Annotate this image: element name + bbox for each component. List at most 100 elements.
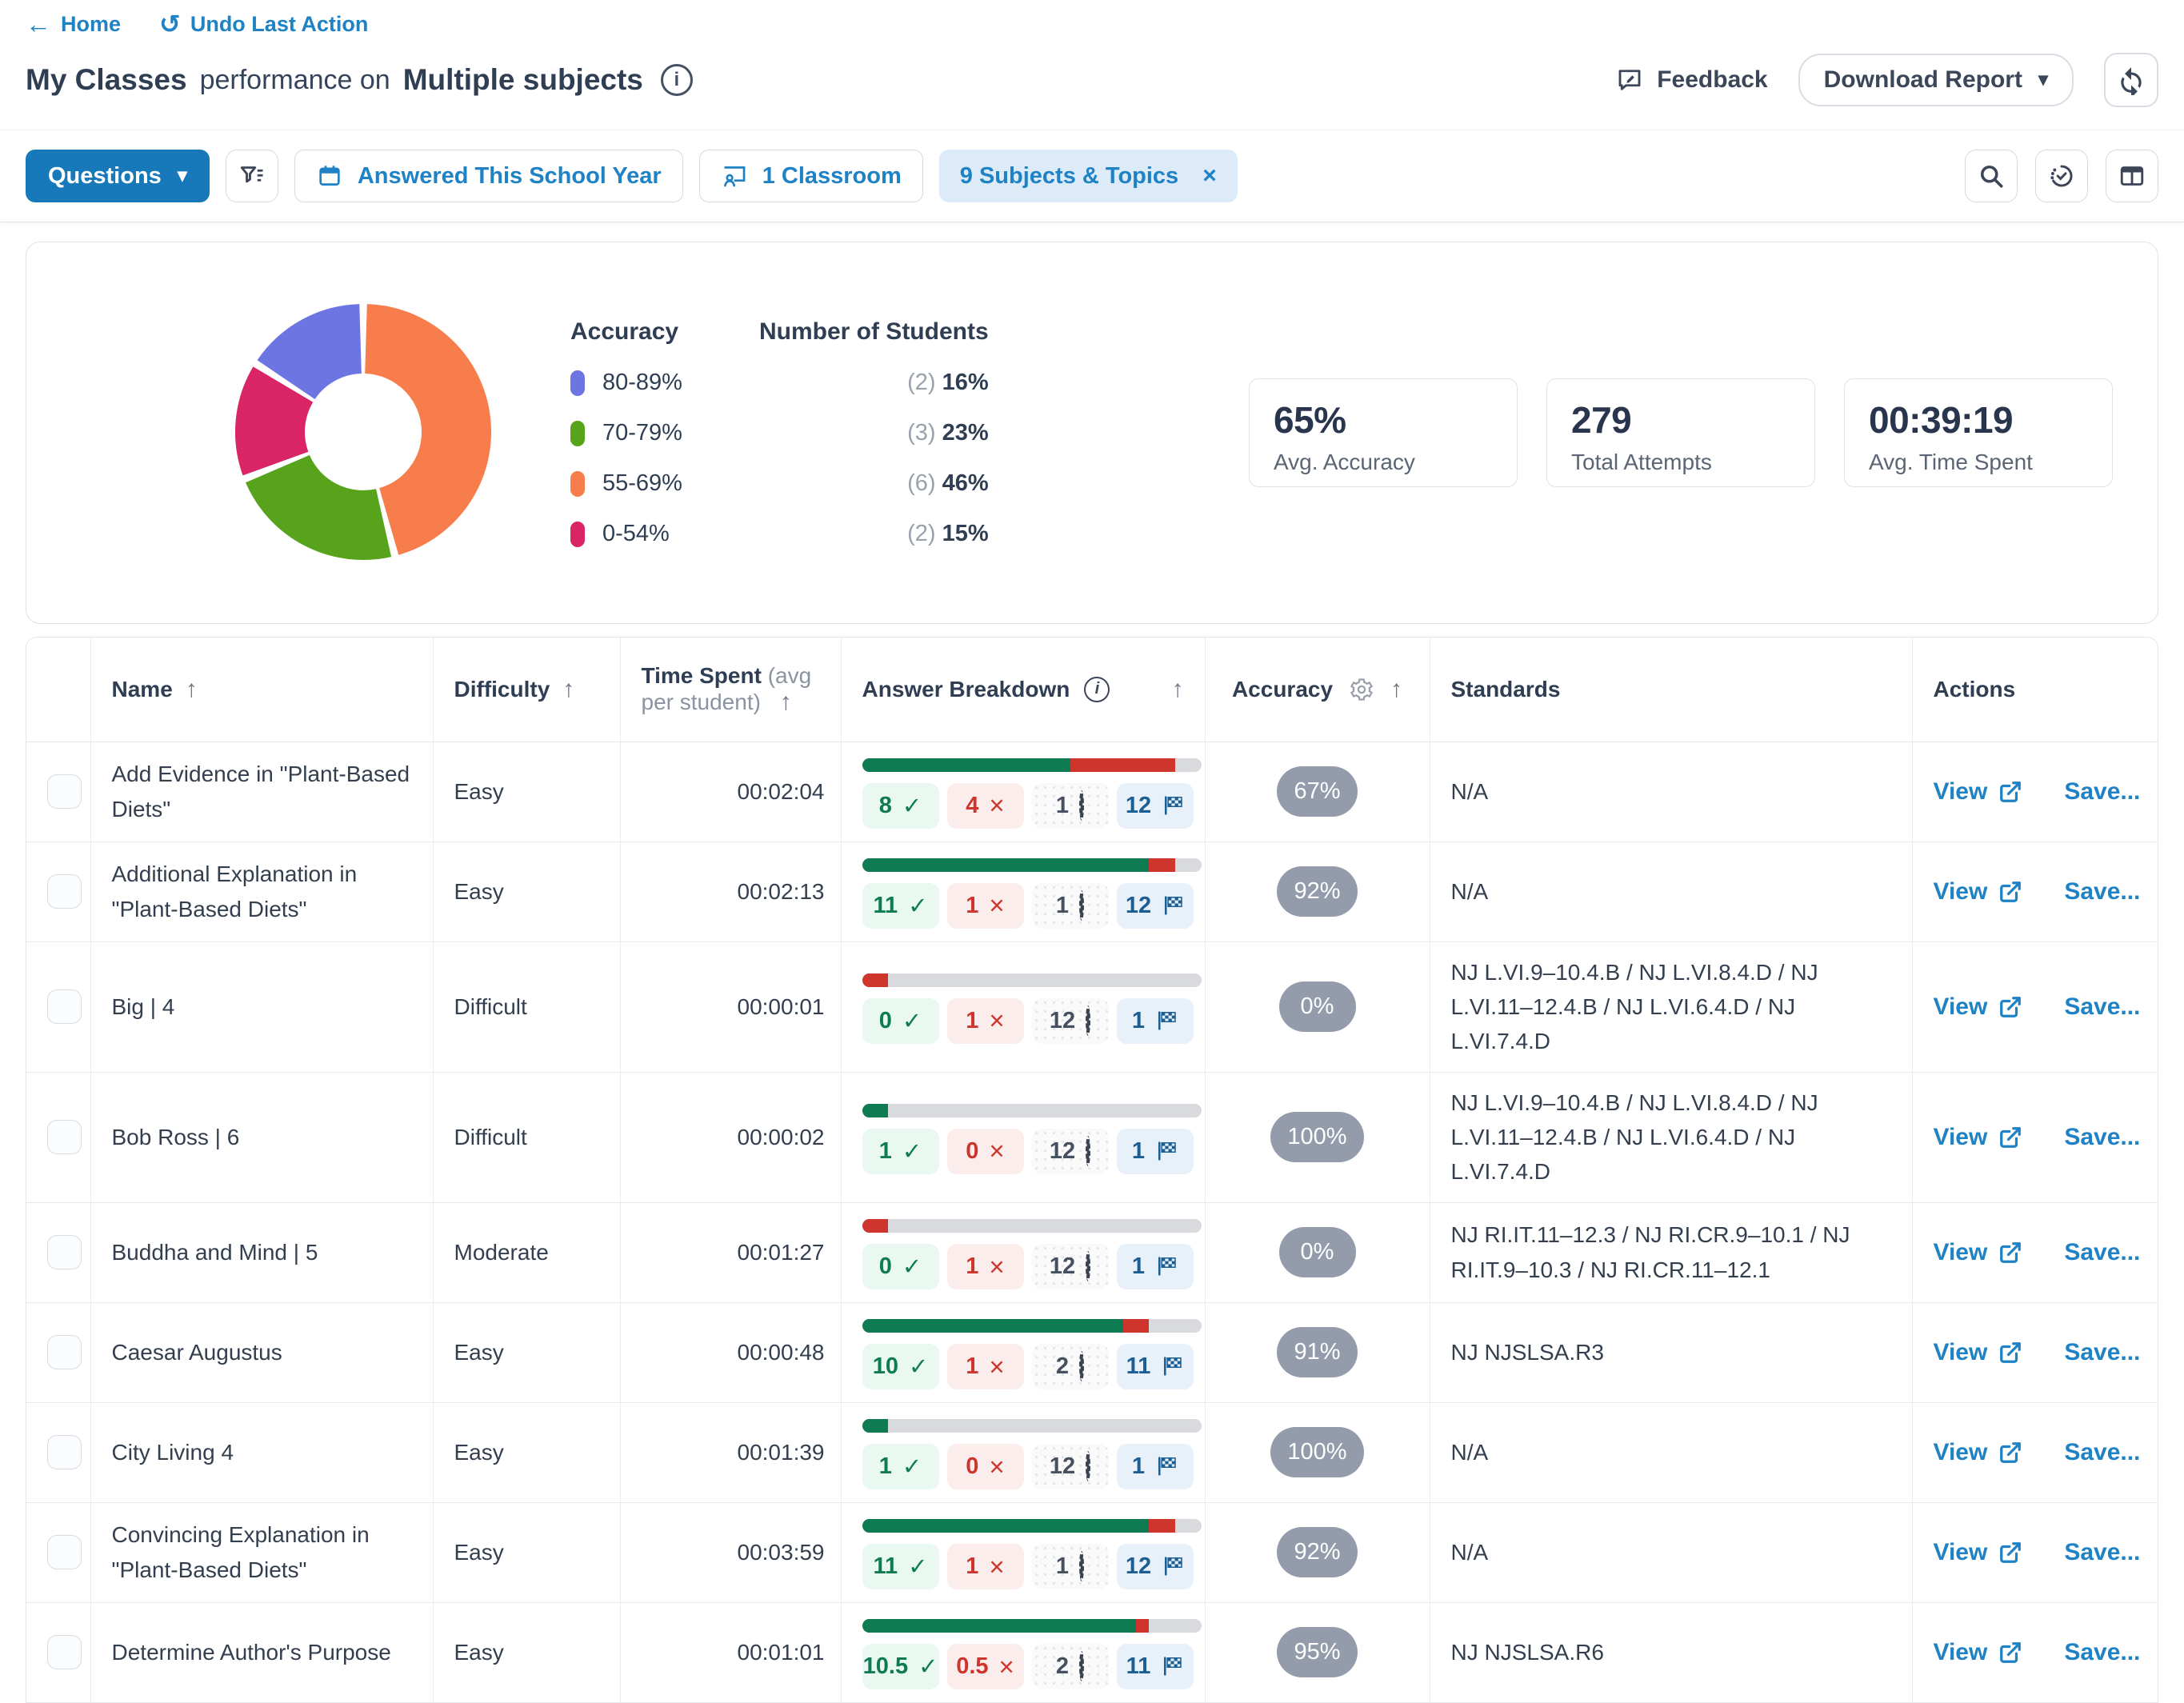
save-link[interactable]: Save... xyxy=(2064,1339,2140,1366)
accuracy-column-header[interactable]: Accuracy ↑ xyxy=(1205,638,1430,742)
legend-item: 0-54% xyxy=(570,521,682,547)
view-link[interactable]: View xyxy=(1934,1539,2023,1566)
incorrect-chip-icon: × xyxy=(989,1255,1004,1279)
row-checkbox[interactable] xyxy=(47,1120,82,1154)
accuracy-badge: 0% xyxy=(1279,981,1356,1032)
actions-cell: View Save... xyxy=(1912,1402,2158,1502)
view-link[interactable]: View xyxy=(1934,1439,2023,1466)
filter-bar-tools xyxy=(1965,150,2158,202)
legend-percent: 16% xyxy=(942,370,989,395)
incorrect-chip-count: 4 xyxy=(966,793,978,819)
undo-last-action-link[interactable]: ↺ Undo Last Action xyxy=(159,11,368,37)
legend-band-label: 55-69% xyxy=(602,470,682,497)
question-name: Additional Explanation in "Plant-Based D… xyxy=(112,857,412,926)
row-checkbox[interactable] xyxy=(47,1435,82,1469)
save-link[interactable]: Save... xyxy=(2064,1124,2140,1151)
select-cell xyxy=(26,1602,90,1702)
time-spent-cell: 00:01:01 xyxy=(620,1602,841,1702)
save-link[interactable]: Save... xyxy=(2064,778,2140,806)
classroom-filter[interactable]: 1 Classroom xyxy=(699,150,923,202)
accuracy-badge: 92% xyxy=(1277,866,1357,917)
sort-up-icon: ↑ xyxy=(780,689,792,715)
download-report-button[interactable]: Download Report ▾ xyxy=(1798,54,2074,106)
incorrect-chip-icon: × xyxy=(989,1139,1004,1163)
save-link[interactable]: Save... xyxy=(2064,1639,2140,1666)
actions-cell: View Save... xyxy=(1912,1202,2158,1302)
flagged-chip-icon xyxy=(1155,1140,1178,1162)
close-icon[interactable]: × xyxy=(1202,164,1217,188)
subjects-filter-chip[interactable]: 9 Subjects & Topics × xyxy=(939,150,1238,202)
refresh-button[interactable] xyxy=(2104,53,2158,107)
filter-settings-button[interactable] xyxy=(226,150,278,202)
gear-icon[interactable] xyxy=(1349,677,1374,702)
answer-chips: 1✓0×121 xyxy=(862,1444,1184,1489)
time-spent-column-header[interactable]: Time Spent (avg per student) ↑ xyxy=(620,638,841,742)
incorrect-chip-icon: × xyxy=(989,794,1004,818)
questions-table: Name ↑ Difficulty ↑ Time Spent (avg per … xyxy=(26,637,2158,1703)
save-link[interactable]: Save... xyxy=(2064,878,2140,905)
view-link[interactable]: View xyxy=(1934,778,2023,806)
unanswered-chip-icon xyxy=(1086,1253,1090,1280)
row-checkbox[interactable] xyxy=(47,774,82,809)
legend-item: 70-79% xyxy=(570,420,682,446)
unanswered-chip-count: 12 xyxy=(1050,1453,1075,1480)
difficulty-column-header[interactable]: Difficulty ↑ xyxy=(433,638,620,742)
difficulty-cell: Easy xyxy=(433,742,620,842)
time-spent-cell: 00:02:13 xyxy=(620,842,841,941)
search-button[interactable] xyxy=(1965,150,2018,202)
info-icon[interactable]: i xyxy=(1084,677,1110,702)
accuracy-badge: 100% xyxy=(1270,1427,1363,1477)
save-link[interactable]: Save... xyxy=(2064,1239,2140,1266)
answer-bar-incorrect xyxy=(862,973,889,987)
view-link[interactable]: View xyxy=(1934,1239,2023,1266)
row-checkbox[interactable] xyxy=(47,1235,82,1269)
answer-breakdown-column-header[interactable]: Answer Breakdown i ↑ xyxy=(841,638,1205,742)
row-checkbox[interactable] xyxy=(47,1535,82,1569)
columns-layout-button[interactable] xyxy=(2106,150,2158,202)
view-link[interactable]: View xyxy=(1934,878,2023,905)
answer-bar-correct xyxy=(862,858,1150,872)
view-link[interactable]: View xyxy=(1934,993,2023,1021)
accuracy-donut-chart xyxy=(231,300,497,566)
table-row: City Living 4Easy00:01:391✓0×121100%N/AV… xyxy=(26,1402,2158,1502)
row-actions: View Save... xyxy=(1934,1239,2138,1266)
unanswered-chip-icon xyxy=(1086,1138,1090,1165)
view-link[interactable]: View xyxy=(1934,1639,2023,1666)
correct-chip-icon: ✓ xyxy=(902,1007,922,1035)
home-link[interactable]: ← Home xyxy=(26,11,121,37)
save-link[interactable]: Save... xyxy=(2064,1439,2140,1466)
questions-dropdown[interactable]: Questions ▾ xyxy=(26,150,210,202)
legend-swatch xyxy=(570,471,585,497)
question-name-cell: Buddha and Mind | 5 xyxy=(90,1202,433,1302)
time-spent-cell: 00:02:04 xyxy=(620,742,841,842)
summary-card: Accuracy Number of Students 80-89%(2)16%… xyxy=(26,242,2158,624)
time-settings-button[interactable] xyxy=(2035,150,2088,202)
difficulty-cell: Difficult xyxy=(433,941,620,1072)
undo-label: Undo Last Action xyxy=(190,12,369,37)
flagged-chip-icon xyxy=(1155,1455,1178,1477)
row-checkbox[interactable] xyxy=(47,1635,82,1669)
chevron-down-icon: ▾ xyxy=(178,166,187,186)
select-cell xyxy=(26,1202,90,1302)
flagged-chip-count: 12 xyxy=(1126,1553,1151,1580)
feedback-icon xyxy=(1615,66,1644,94)
save-link[interactable]: Save... xyxy=(2064,1539,2140,1566)
breakdown-header-label: Answer Breakdown xyxy=(862,677,1070,702)
view-link[interactable]: View xyxy=(1934,1124,2023,1151)
correct-chip-count: 11 xyxy=(874,893,898,919)
feedback-button[interactable]: Feedback xyxy=(1615,66,1767,94)
question-name: Caesar Augustus xyxy=(112,1335,412,1369)
incorrect-chip-count: 1 xyxy=(966,1008,978,1034)
actions-header-label: Actions xyxy=(1934,677,2016,702)
date-range-filter[interactable]: Answered This School Year xyxy=(294,150,683,202)
row-checkbox[interactable] xyxy=(47,989,82,1024)
row-checkbox[interactable] xyxy=(47,874,82,909)
standards-cell: N/A xyxy=(1430,1502,1912,1602)
title-info-icon[interactable]: i xyxy=(661,64,693,96)
save-link[interactable]: Save... xyxy=(2064,993,2140,1021)
correct-chip-icon: ✓ xyxy=(902,1137,922,1165)
unanswered-chip-icon xyxy=(1086,1008,1090,1034)
row-checkbox[interactable] xyxy=(47,1335,82,1369)
view-link[interactable]: View xyxy=(1934,1339,2023,1366)
name-column-header[interactable]: Name ↑ xyxy=(90,638,433,742)
